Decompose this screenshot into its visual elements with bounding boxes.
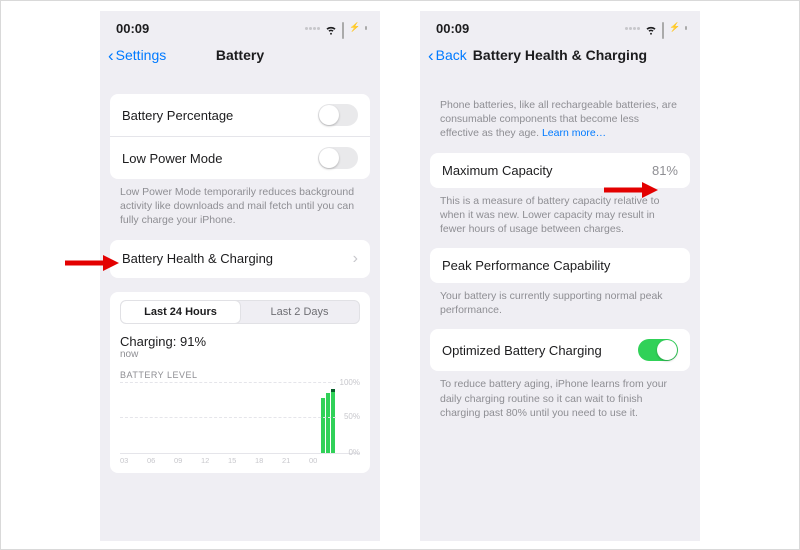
toggle-battery-percentage[interactable] — [318, 104, 358, 126]
phone-battery-settings: 00:09 ⚡ ‹ Settings Battery Battery Perce… — [100, 11, 380, 541]
wifi-icon — [324, 22, 338, 36]
charging-status: Charging: 91% — [120, 334, 360, 349]
chart-bar — [321, 398, 325, 453]
row-label: Optimized Battery Charging — [442, 343, 602, 358]
y-100: 100% — [340, 378, 360, 387]
peak-footer: Your battery is currently supporting nor… — [430, 283, 690, 329]
time-range-segmented[interactable]: Last 24 Hours Last 2 Days — [120, 300, 360, 324]
back-button[interactable]: ‹ Back — [428, 47, 467, 64]
status-bar: 00:09 ⚡ — [100, 11, 380, 42]
wifi-icon — [644, 22, 658, 36]
row-label: Battery Health & Charging — [122, 251, 273, 266]
cellular-dots-icon — [305, 27, 320, 30]
row-peak-performance[interactable]: Peak Performance Capability — [430, 248, 690, 283]
chart-bar — [331, 389, 335, 453]
y-0: 0% — [348, 448, 360, 457]
back-label: Back — [436, 47, 467, 63]
charging-sub: now — [120, 349, 360, 360]
clock: 00:09 — [116, 21, 149, 36]
toggle-optimized-charging[interactable] — [638, 339, 678, 361]
page-title: Battery Health & Charging — [473, 47, 647, 63]
nav-header: ‹ Settings Battery — [100, 42, 380, 72]
battery-charging-icon: ⚡ — [662, 23, 684, 35]
seg-last-2d[interactable]: Last 2 Days — [240, 301, 359, 323]
toggle-low-power-mode[interactable] — [318, 147, 358, 169]
intro-text: Phone batteries, like all rechargeable b… — [430, 76, 690, 153]
row-label: Low Power Mode — [122, 151, 222, 166]
chevron-right-icon: › — [353, 250, 358, 268]
row-battery-health[interactable]: Battery Health & Charging › — [110, 240, 370, 278]
clock: 00:09 — [436, 21, 469, 36]
row-label: Peak Performance Capability — [442, 258, 610, 273]
chart-bar — [326, 393, 330, 453]
learn-more-link[interactable]: Learn more… — [542, 127, 606, 139]
annotation-arrow-right — [602, 181, 658, 199]
battery-charging-icon: ⚡ — [342, 23, 364, 35]
row-optimized-charging[interactable]: Optimized Battery Charging — [430, 329, 690, 371]
opt-footer: To reduce battery aging, iPhone learns f… — [430, 371, 690, 432]
status-icons: ⚡ — [625, 22, 684, 36]
page-title: Battery — [100, 47, 380, 63]
cellular-dots-icon — [625, 27, 640, 30]
nav-header: ‹ Back Battery Health & Charging — [420, 42, 700, 72]
maximum-capacity-value: 81% — [652, 163, 678, 178]
phone-battery-health: 00:09 ⚡ ‹ Back Battery Health & Charging… — [420, 11, 700, 541]
chart-x-axis: 0306091215182100 — [120, 456, 360, 465]
status-bar: 00:09 ⚡ — [420, 11, 700, 42]
battery-level-chart: 100% 50% 0% — [120, 382, 360, 454]
row-low-power-mode[interactable]: Low Power Mode — [110, 136, 370, 179]
status-icons: ⚡ — [305, 22, 364, 36]
row-battery-percentage[interactable]: Battery Percentage — [110, 94, 370, 136]
annotation-arrow-left — [63, 254, 119, 272]
usage-card: Last 24 Hours Last 2 Days Charging: 91% … — [110, 292, 370, 473]
row-label: Maximum Capacity — [442, 163, 553, 178]
row-label: Battery Percentage — [122, 108, 233, 123]
chart-title: BATTERY LEVEL — [120, 370, 360, 380]
low-power-footer: Low Power Mode temporarily reduces backg… — [110, 179, 370, 240]
seg-last-24h[interactable]: Last 24 Hours — [121, 301, 240, 323]
y-50: 50% — [344, 412, 360, 421]
chevron-left-icon: ‹ — [428, 47, 434, 64]
